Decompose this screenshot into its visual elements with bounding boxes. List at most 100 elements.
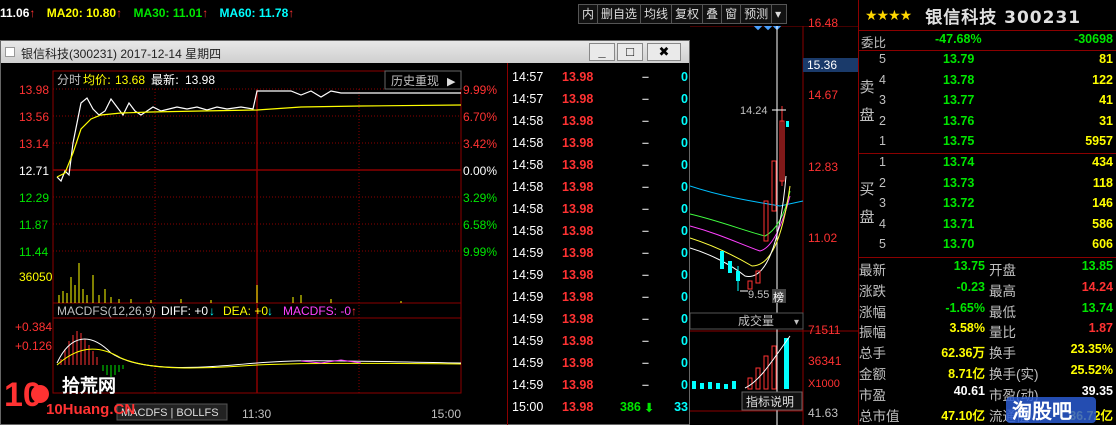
toolbar-delete-watchlist-button[interactable]: 删自选: [597, 4, 642, 24]
toolbar-forecast-button[interactable]: 预测: [740, 4, 773, 24]
left-axis-label: 13.14: [19, 137, 49, 151]
toolbar-window-button[interactable]: 窗: [721, 4, 742, 24]
buy-row[interactable]: 3 13.72 146: [859, 194, 1116, 215]
sell-row[interactable]: 2 13.76 31: [859, 112, 1116, 133]
window-icon: [5, 47, 15, 57]
left-axis-label: 13.56: [19, 110, 49, 124]
price-line: [56, 90, 461, 183]
trade-time: 14:59: [512, 334, 544, 348]
site-watermark-logo: 10 拾荒网 10Huang.CN: [4, 375, 135, 418]
ma30-value: MA30: 11.01↑: [133, 6, 209, 20]
time-axis-close: 15:00: [431, 407, 461, 421]
trade-time: 14:59: [512, 290, 544, 304]
trade-count: 33: [674, 400, 688, 414]
trade-count: 0: [681, 334, 688, 348]
buy-row[interactable]: 4 13.71 586: [859, 215, 1116, 236]
trade-time: 14:59: [512, 268, 544, 282]
trade-time: 14:59: [512, 378, 544, 392]
trade-time: 14:58: [512, 224, 544, 238]
stat-value: 13.85: [1081, 259, 1113, 273]
kline-axis-label: 14.67: [808, 88, 839, 102]
play-icon[interactable]: ▶: [447, 75, 456, 88]
trade-count: 0: [681, 290, 688, 304]
trade-price: 13.98: [562, 268, 594, 282]
arrow-down-icon: ↓: [209, 304, 215, 318]
weibi-row: 委比 -47.68% -30698: [861, 32, 1113, 50]
stat-label: 振幅: [859, 325, 886, 341]
trade-volume: –: [642, 246, 649, 260]
trade-volume: –: [642, 180, 649, 194]
intraday-volume-bars: [58, 263, 402, 303]
intraday-chart[interactable]: 分时 均价: 13.68 最新: 13.98 历史重现 ▶ 13.98 13.5…: [1, 63, 507, 425]
intraday-window[interactable]: 银信科技(300231) 2017-12-14 星期四 _ □ ✖ 分时 均价:…: [0, 40, 690, 425]
kline-peak-label: 14.24: [740, 105, 768, 117]
sell-row[interactable]: 3 13.77 41: [859, 91, 1116, 112]
left-price-axis: 13.98 13.56 13.14 12.71 12.29 11.87 11.4…: [15, 83, 53, 353]
toolbar-overlay-button[interactable]: 叠: [702, 4, 723, 24]
trade-volume: –: [642, 334, 649, 348]
trade-volume: –: [642, 290, 649, 304]
buy-level: 2: [879, 175, 886, 190]
stat-label: 换手: [989, 346, 1016, 362]
minimize-button[interactable]: _: [589, 43, 615, 61]
buy-volume: 434: [1092, 155, 1113, 169]
toolbar-adjust-button[interactable]: 复权: [671, 4, 704, 24]
sell-row[interactable]: 5 13.79 81: [859, 50, 1116, 71]
sell-row[interactable]: 4 13.78 122: [859, 71, 1116, 92]
left-axis-label: 13.98: [19, 83, 49, 97]
buy-row[interactable]: 5 13.70 606: [859, 235, 1116, 256]
maximize-button[interactable]: □: [617, 43, 643, 61]
sell-row[interactable]: 1 13.75 5957: [859, 132, 1116, 153]
toolbar-dropdown-button[interactable]: ▾: [771, 4, 788, 24]
sell-volume: 122: [1092, 72, 1113, 87]
tick-trades-list[interactable]: 14:57 13.98–0 14:57 13.98–0 14:58 13.98–0 14:5…: [507, 63, 691, 425]
history-replay-button[interactable]: 历史重现: [391, 74, 439, 88]
stock-title: ★★★★ 银信科技 300231: [859, 0, 1116, 30]
stat-label: 最新: [859, 263, 886, 278]
stat-label: 涨跌: [859, 283, 886, 299]
trade-volume: –: [642, 136, 649, 150]
left-axis-label: 11.44: [19, 245, 48, 259]
toolbar-ma-button[interactable]: 均线: [640, 4, 673, 24]
trade-price: 13.98: [562, 246, 594, 260]
trade-time: 14:58: [512, 158, 544, 172]
volume-menu[interactable]: 成交量: [738, 313, 774, 328]
sell-price: 13.76: [943, 113, 975, 128]
buy-price: 13.73: [943, 175, 975, 190]
right-axis-label: 6.70%: [463, 110, 497, 124]
trade-row: 14:58 13.98 – 0: [508, 177, 692, 199]
trade-count: 0: [681, 246, 688, 260]
macd-axis-label: +0.384: [15, 320, 52, 334]
kline-volume-axis-label: 71511: [808, 323, 841, 337]
close-button[interactable]: ✖: [647, 43, 681, 61]
window-titlebar[interactable]: 银信科技(300231) 2017-12-14 星期四 _ □ ✖: [1, 41, 689, 63]
buy-row[interactable]: 1 13.74 434: [859, 153, 1116, 174]
quote-stat-row: 最新 13.75 开盘 13.85: [859, 257, 1116, 278]
stat-label: 金额: [859, 367, 886, 382]
stat-label: 最低: [989, 304, 1016, 320]
trade-row: 14:58 13.98 – 0: [508, 111, 692, 133]
trade-price: 13.98: [562, 136, 594, 150]
left-axis-label: 12.71: [19, 164, 49, 178]
indicator-help-button[interactable]: 指标说明: [746, 394, 794, 409]
buy-row[interactable]: 2 13.73 118: [859, 174, 1116, 195]
arrow-down-icon: ↓: [267, 304, 273, 318]
stat-value: 23.35%: [1070, 342, 1113, 357]
buy-level: 5: [879, 237, 886, 252]
macd-dea: DEA: +0: [223, 304, 268, 318]
toolbar-inner-button[interactable]: 内: [578, 4, 599, 24]
trade-price: 13.98: [562, 224, 594, 238]
stat-value: -0.23: [956, 279, 986, 294]
trade-price: 13.98: [562, 180, 594, 194]
sell-price: 13.78: [943, 72, 975, 87]
trade-time: 14:57: [512, 70, 544, 84]
chevron-down-icon[interactable]: ▾: [794, 317, 799, 328]
macd-title: MACDFS(12,26,9): [57, 304, 156, 318]
rating-stars: ★★★★: [865, 6, 912, 23]
trade-time: 14:58: [512, 202, 544, 216]
trade-time: 14:58: [512, 114, 544, 128]
trade-count: 0: [681, 268, 688, 282]
left-axis-label: 11.87: [19, 218, 48, 232]
right-axis-label: 9.99%: [463, 83, 497, 97]
stat-label: 涨幅: [859, 304, 886, 320]
